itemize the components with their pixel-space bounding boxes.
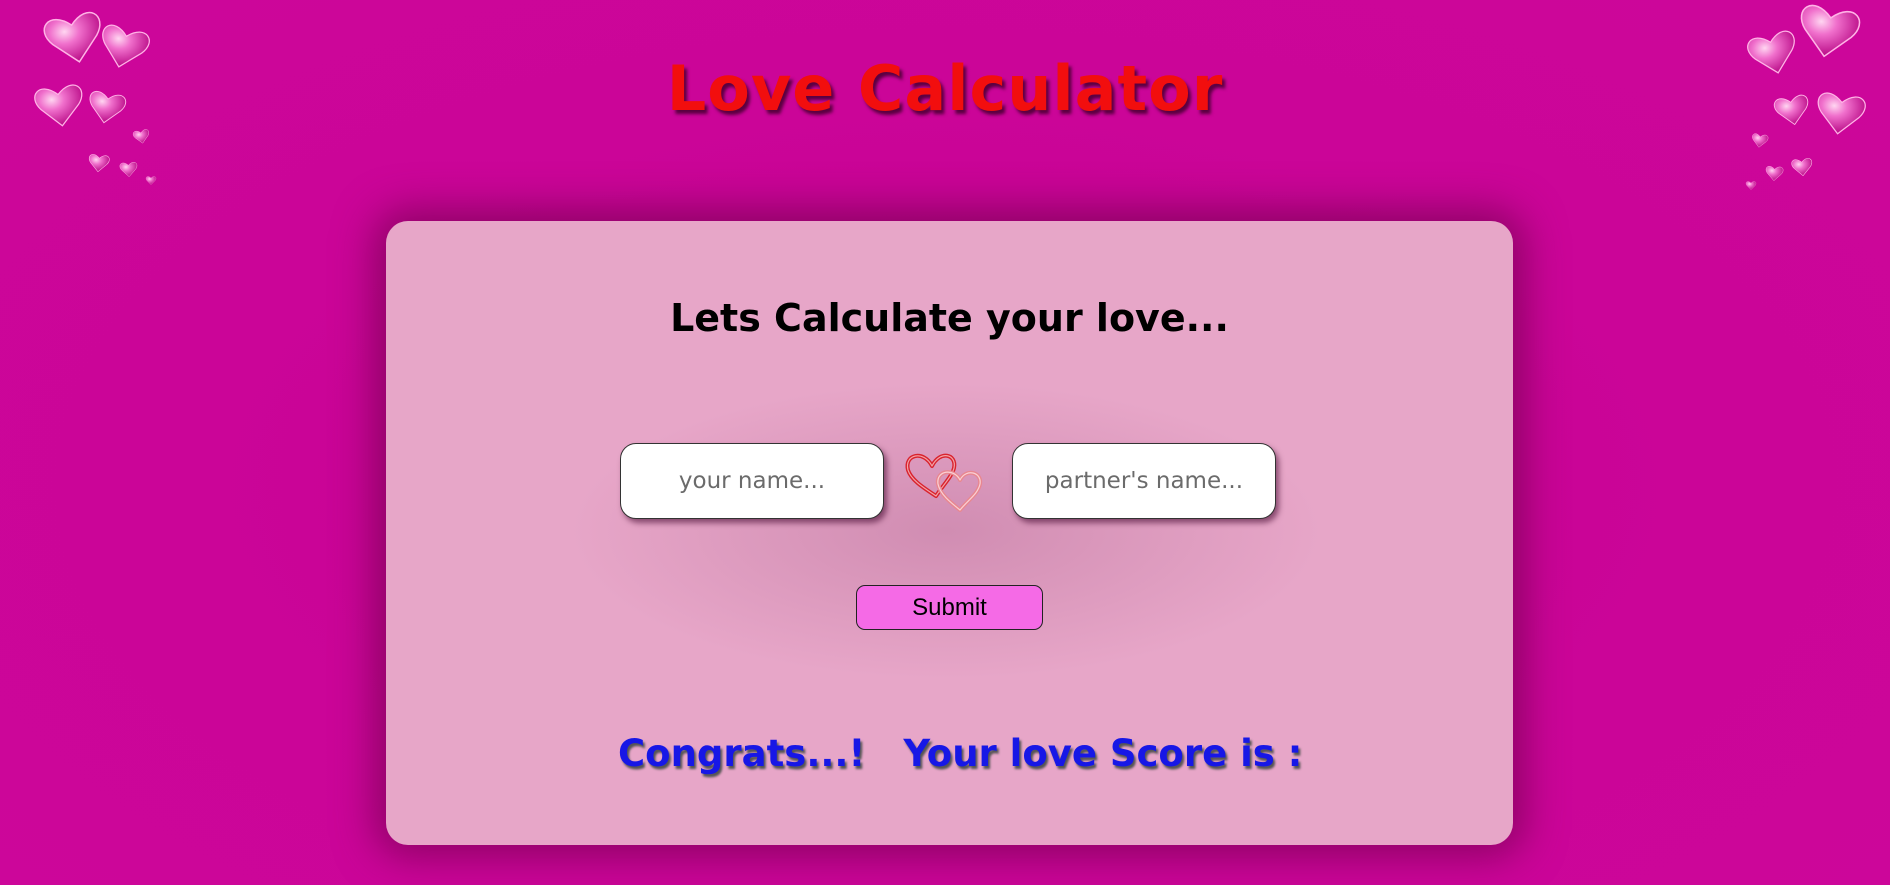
card-heading: Lets Calculate your love...	[670, 296, 1229, 340]
congrats-text: Congrats...!	[618, 732, 866, 775]
partner-name-input[interactable]	[1012, 443, 1276, 519]
love-score-result: Congrats...! Your love Score is :	[618, 735, 1318, 772]
your-name-input[interactable]	[620, 443, 884, 519]
page-title: Love Calculator	[666, 52, 1224, 125]
form-glow	[566, 381, 1326, 681]
love-score-label: Your love Score is :	[903, 732, 1303, 775]
linked-hearts-icon	[905, 453, 983, 512]
submit-button[interactable]: Submit	[856, 585, 1043, 630]
calculator-card: Lets Calculate your love... Submit Congr…	[386, 221, 1513, 845]
